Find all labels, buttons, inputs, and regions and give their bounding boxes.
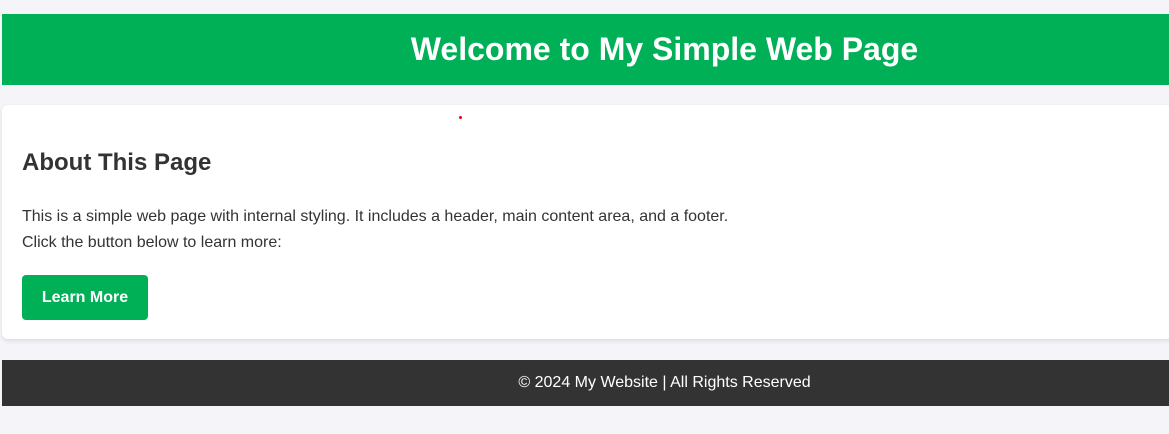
section-heading: About This Page: [22, 149, 212, 176]
learn-more-button[interactable]: Learn More: [22, 275, 148, 320]
intro-paragraph: This is a simple web page with internal …: [22, 204, 728, 256]
site-header: Welcome to My Simple Web Page: [2, 14, 1169, 85]
footer-copyright: © 2024 My Website | All Rights Reserved: [518, 374, 811, 391]
page-title: Welcome to My Simple Web Page: [410, 31, 919, 67]
main-content: About This Page This is a simple web pag…: [2, 105, 1169, 339]
paragraph-line-1: This is a simple web page with internal …: [22, 208, 729, 225]
paragraph-line-2: Click the button below to learn more:: [22, 234, 282, 251]
site-footer: © 2024 My Website | All Rights Reserved: [2, 360, 1169, 406]
red-dot-marker: [459, 116, 462, 119]
